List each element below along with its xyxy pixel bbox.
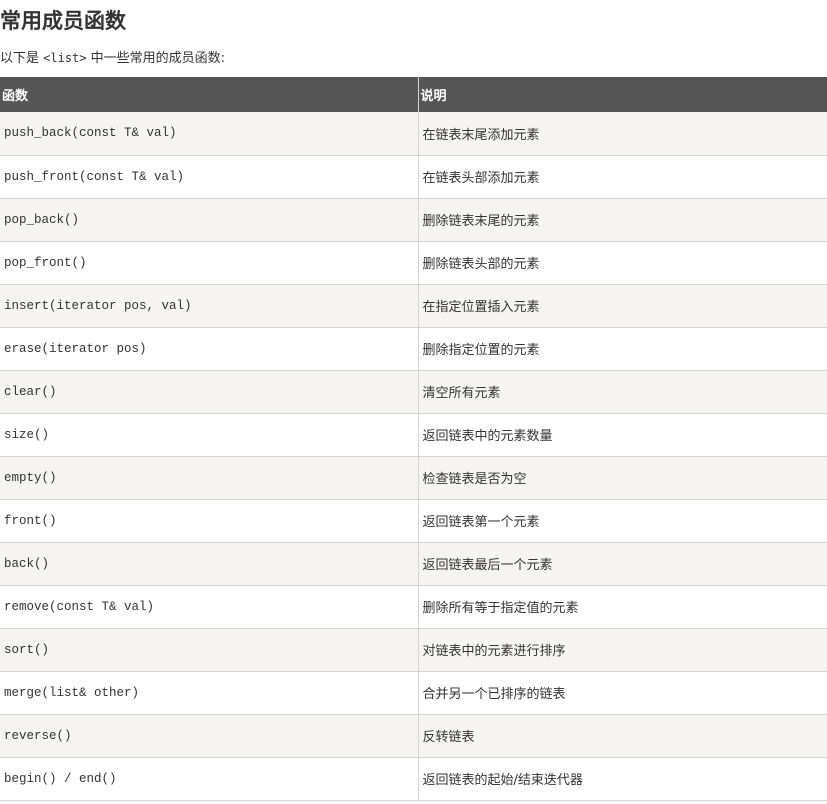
description-cell: 合并另一个已排序的链表 — [418, 671, 827, 715]
table-row: merge(list& other) 合并另一个已排序的链表 — [0, 671, 827, 715]
description-cell: 删除链表末尾的元素 — [418, 198, 827, 242]
page: 常用成员函数 以下是 <list> 中一些常用的成员函数: 函数 说明 push… — [0, 0, 827, 804]
table-row: erase(iterator pos) 删除指定位置的元素 — [0, 327, 827, 371]
function-cell: push_back(const T& val) — [0, 112, 419, 156]
function-cell: size() — [0, 413, 419, 457]
function-cell: sort() — [0, 628, 419, 672]
description-cell: 对链表中的元素进行排序 — [418, 628, 827, 672]
description-cell: 在链表头部添加元素 — [418, 155, 827, 199]
table-row: back() 返回链表最后一个元素 — [0, 542, 827, 586]
table-row: sort() 对链表中的元素进行排序 — [0, 628, 827, 672]
table-row: pop_back() 删除链表末尾的元素 — [0, 198, 827, 242]
intro-text: 以下是 <list> 中一些常用的成员函数: — [0, 48, 225, 69]
intro-prefix: 以下是 — [0, 51, 44, 66]
section-title: 常用成员函数 — [0, 9, 126, 33]
table-row: reverse() 反转链表 — [0, 714, 827, 758]
function-cell: erase(iterator pos) — [0, 327, 419, 371]
table-row: size() 返回链表中的元素数量 — [0, 413, 827, 457]
function-cell: pop_front() — [0, 241, 419, 285]
table-row: front() 返回链表第一个元素 — [0, 499, 827, 543]
description-cell: 在指定位置插入元素 — [418, 284, 827, 328]
table-header-row: 函数 说明 — [0, 77, 827, 112]
intro-suffix: 中一些常用的成员函数: — [86, 51, 226, 66]
table-row: insert(iterator pos, val) 在指定位置插入元素 — [0, 284, 827, 328]
description-cell: 删除指定位置的元素 — [418, 327, 827, 371]
table-row: empty() 检查链表是否为空 — [0, 456, 827, 500]
description-cell: 反转链表 — [418, 714, 827, 758]
description-cell: 在链表末尾添加元素 — [418, 112, 827, 156]
function-cell: pop_back() — [0, 198, 419, 242]
description-cell: 清空所有元素 — [418, 370, 827, 414]
description-cell: 返回链表最后一个元素 — [418, 542, 827, 586]
function-cell: push_front(const T& val) — [0, 155, 419, 199]
table-row: push_front(const T& val) 在链表头部添加元素 — [0, 155, 827, 199]
description-cell: 删除所有等于指定值的元素 — [418, 585, 827, 629]
table-row: clear() 清空所有元素 — [0, 370, 827, 414]
function-cell: back() — [0, 542, 419, 586]
header-function: 函数 — [0, 77, 419, 112]
function-cell: empty() — [0, 456, 419, 500]
function-cell: insert(iterator pos, val) — [0, 284, 419, 328]
description-cell: 返回链表的起始/结束迭代器 — [418, 757, 827, 801]
description-cell: 删除链表头部的元素 — [418, 241, 827, 285]
header-description: 说明 — [418, 77, 827, 112]
description-cell: 检查链表是否为空 — [418, 456, 827, 500]
table-row: begin() / end() 返回链表的起始/结束迭代器 — [0, 757, 827, 801]
description-cell: 返回链表中的元素数量 — [418, 413, 827, 457]
table-row: remove(const T& val) 删除所有等于指定值的元素 — [0, 585, 827, 629]
function-cell: reverse() — [0, 714, 419, 758]
member-functions-table: 函数 说明 push_back(const T& val) 在链表末尾添加元素 pu… — [0, 77, 827, 801]
table-row: push_back(const T& val) 在链表末尾添加元素 — [0, 112, 827, 156]
function-cell: clear() — [0, 370, 419, 414]
function-cell: merge(list& other) — [0, 671, 419, 715]
function-cell: remove(const T& val) — [0, 585, 419, 629]
intro-code: <list> — [43, 51, 87, 65]
table-body: push_back(const T& val) 在链表末尾添加元素 push_fro… — [0, 112, 827, 801]
function-cell: begin() / end() — [0, 757, 419, 801]
function-cell: front() — [0, 499, 419, 543]
description-cell: 返回链表第一个元素 — [418, 499, 827, 543]
table-row: pop_front() 删除链表头部的元素 — [0, 241, 827, 285]
